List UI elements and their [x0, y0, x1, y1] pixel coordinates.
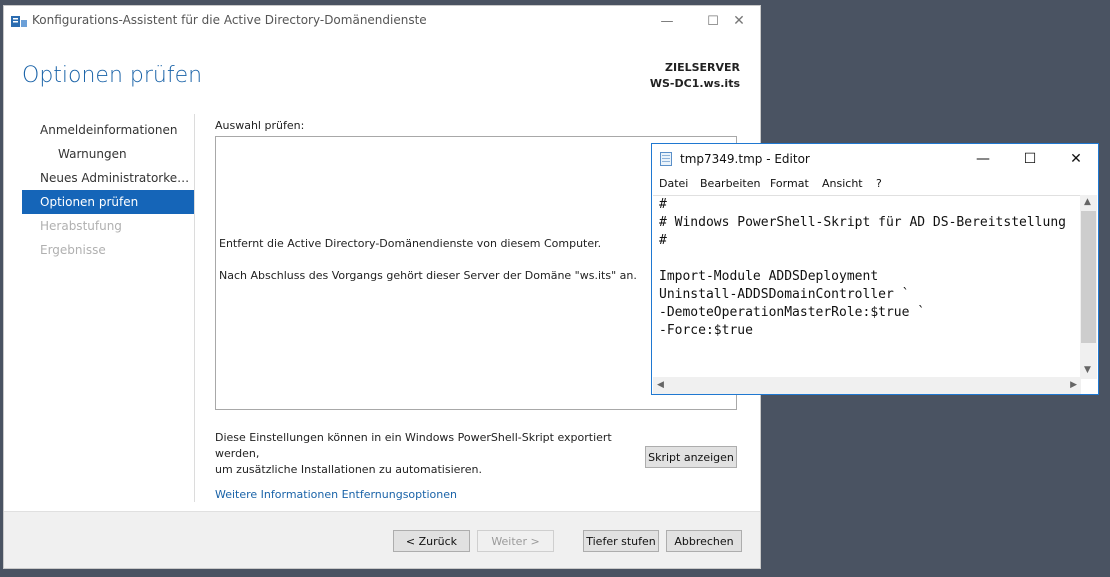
code-line-2: #: [659, 233, 667, 248]
code-line-5: Uninstall-ADDSDomainController `: [659, 287, 910, 302]
editor-close-button[interactable]: ✕: [1053, 144, 1099, 174]
minimize-button[interactable]: —: [644, 6, 690, 36]
menu-item-2[interactable]: Format: [770, 177, 809, 190]
wizard-title: Konfigurations-Assistent für die Active …: [32, 13, 427, 27]
scroll-thumb[interactable]: [1081, 211, 1096, 343]
nav-item-2[interactable]: Neues Administratorkenn...: [22, 166, 194, 190]
menu-item-0[interactable]: Datei: [659, 177, 688, 190]
next-button[interactable]: Weiter >: [477, 530, 554, 552]
wizard-footer: < Zurück Weiter > Tiefer stufen Abbreche…: [4, 511, 760, 568]
code-line-6: -DemoteOperationMasterRole:$true `: [659, 305, 926, 320]
export-line-2: um zusätzliche Installationen zu automat…: [215, 463, 482, 476]
cancel-button[interactable]: Abbrechen: [666, 530, 742, 552]
back-button[interactable]: < Zurück: [393, 530, 470, 552]
nav-item-0[interactable]: Anmeldeinformationen: [22, 118, 194, 142]
demote-button[interactable]: Tiefer stufen: [583, 530, 659, 552]
horizontal-scrollbar[interactable]: ◀ ▶: [653, 377, 1081, 394]
scroll-down-icon[interactable]: ▼: [1084, 365, 1091, 375]
close-button[interactable]: ✕: [716, 6, 762, 36]
editor-title: tmp7349.tmp - Editor: [680, 152, 810, 166]
page-title: Optionen prüfen: [22, 63, 203, 88]
nav-item-4: Herabstufung: [40, 219, 122, 233]
export-line-1: Diese Einstellungen können in ein Window…: [215, 431, 612, 460]
wizard-titlebar[interactable]: Konfigurations-Assistent für die Active …: [4, 6, 760, 36]
more-info-link[interactable]: Weitere Informationen Entfernungsoptione…: [215, 488, 457, 501]
scroll-left-icon[interactable]: ◀: [657, 380, 664, 390]
code-line-7: -Force:$true: [659, 323, 753, 338]
nav-item-1[interactable]: Warnungen: [22, 142, 194, 166]
nav-divider: [194, 114, 195, 502]
nav-item-3[interactable]: Optionen prüfen: [22, 190, 194, 214]
scroll-right-icon[interactable]: ▶: [1070, 380, 1077, 390]
editor-minimize-button[interactable]: —: [960, 144, 1006, 174]
target-server-label: ZIELSERVER: [665, 61, 740, 74]
menu-item-4[interactable]: ?: [876, 177, 882, 190]
nav-item-5: Ergebnisse: [40, 243, 106, 257]
scroll-up-icon[interactable]: ▲: [1084, 197, 1091, 207]
editor-maximize-button[interactable]: ☐: [1007, 144, 1053, 174]
menu-item-3[interactable]: Ansicht: [822, 177, 863, 190]
wizard-window: Konfigurations-Assistent für die Active …: [3, 5, 761, 569]
notepad-icon: [660, 152, 672, 166]
show-script-button[interactable]: Skript anzeigen: [645, 446, 737, 468]
target-server-name: WS-DC1.ws.its: [649, 77, 740, 90]
review-line-1: Entfernt die Active Directory-Domänendie…: [219, 237, 602, 250]
vertical-scrollbar[interactable]: ▲ ▼: [1080, 195, 1097, 379]
review-line-2: Nach Abschluss des Vorgangs gehört diese…: [219, 269, 637, 282]
review-label: Auswahl prüfen:: [215, 119, 305, 132]
code-line-1: # Windows PowerShell-Skript für AD DS-Be…: [659, 215, 1066, 230]
code-line-4: Import-Module ADDSDeployment: [659, 269, 879, 284]
editor-menubar: Datei Bearbeiten Format Ansicht?: [652, 174, 1098, 194]
wizard-nav: Anmeldeinformationen Warnungen Neues Admin…: [22, 118, 194, 262]
editor-titlebar[interactable]: tmp7349.tmp - Editor — ☐ ✕: [652, 144, 1098, 174]
server-manager-icon: [11, 16, 27, 27]
editor-textarea[interactable]: # # Windows PowerShell-Skript für AD DS-B…: [653, 195, 1081, 380]
code-line-0: #: [659, 197, 667, 212]
target-server-info: ZIELSERVER WS-DC1.ws.its: [650, 60, 740, 92]
menu-item-1[interactable]: Bearbeiten: [700, 177, 760, 190]
export-description: Diese Einstellungen können in ein Window…: [215, 430, 655, 478]
editor-window: tmp7349.tmp - Editor — ☐ ✕ Datei Bearbeit…: [651, 143, 1099, 395]
